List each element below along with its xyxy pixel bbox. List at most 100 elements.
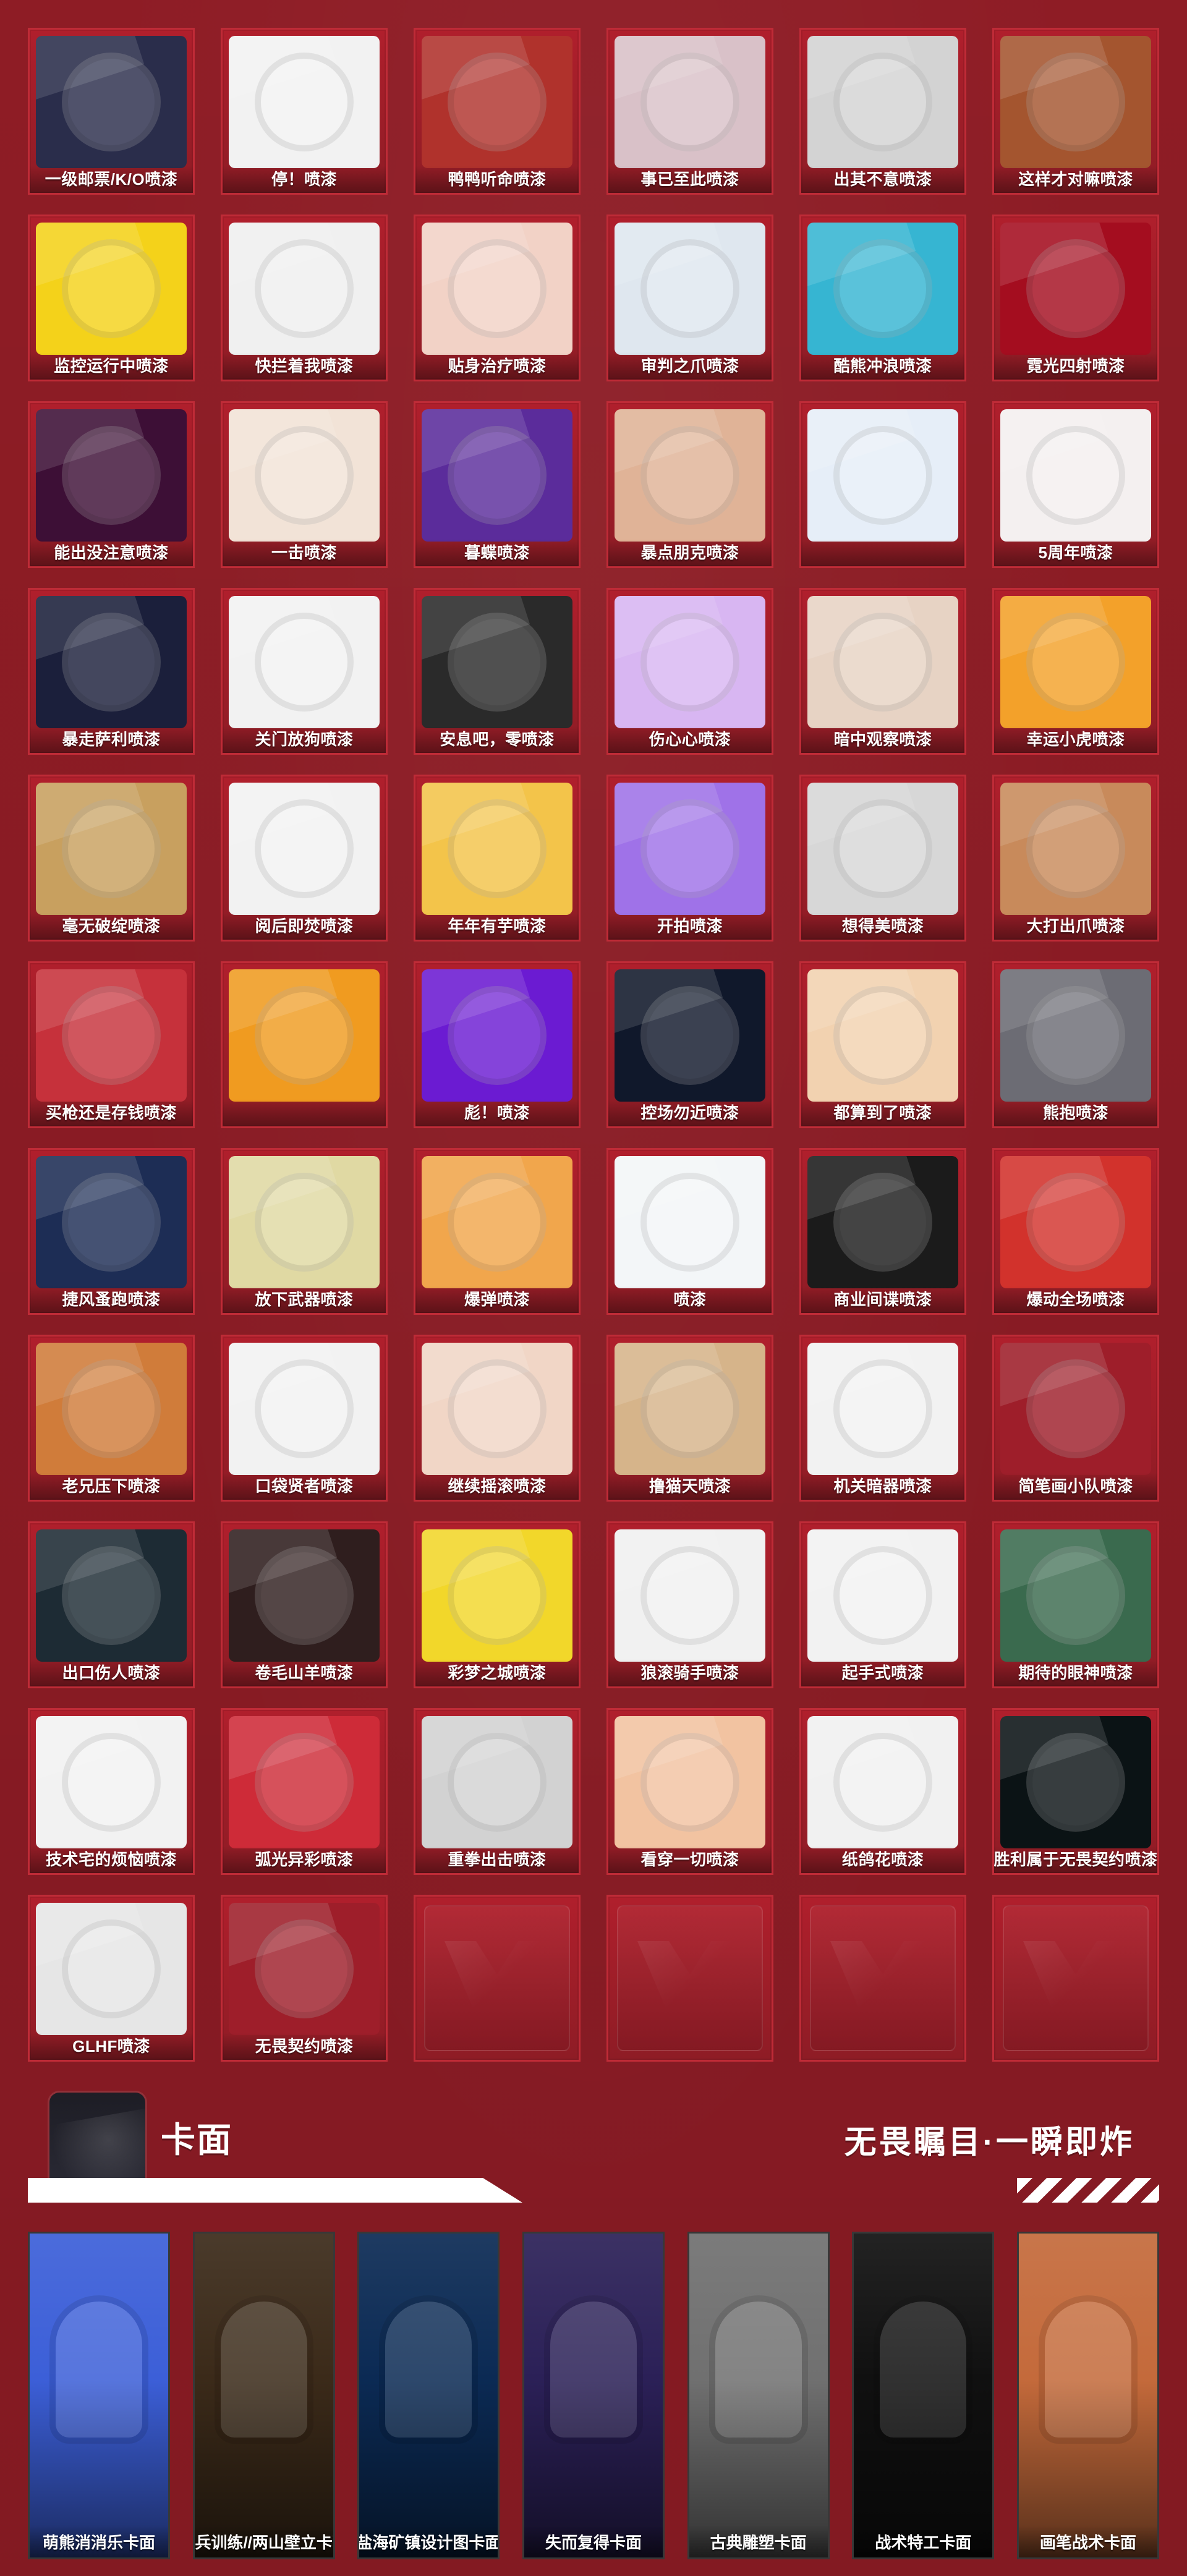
card-item[interactable]: 新兵训练//两山壁立卡面 [192,2232,335,2559]
spray-tile[interactable] [221,961,388,1128]
spray-tile[interactable]: 酷熊冲浪喷漆 [799,215,966,381]
spray-tile[interactable]: 暗中观察喷漆 [799,588,966,755]
spray-tile[interactable]: 胜利属于无畏契约喷漆 [992,1708,1159,1875]
spray-tile[interactable]: 暮蝶喷漆 [414,401,581,568]
spray-tile[interactable]: 毫无破绽喷漆 [28,775,195,942]
spray-tile[interactable]: 无畏契约喷漆 [221,1895,388,2062]
card-item[interactable]: 战术特工卡面 [852,2232,995,2559]
card-item[interactable]: 画笔战术卡面 [1016,2232,1159,2559]
spray-tile[interactable]: 老兄压下喷漆 [28,1335,195,1502]
spray-tile[interactable]: 控场勿近喷漆 [606,961,773,1128]
spray-art [36,596,187,728]
spray-tile[interactable]: 审判之爪喷漆 [606,215,773,381]
spray-tile[interactable]: 继续摇滚喷漆 [414,1335,581,1502]
spray-tile[interactable]: 爆弹喷漆 [414,1148,581,1315]
spray-tile[interactable]: 彪！喷漆 [414,961,581,1128]
spray-tile[interactable]: 大打出爪喷漆 [992,775,1159,942]
spray-art [229,1156,380,1288]
spray-tile[interactable]: 一击喷漆 [221,401,388,568]
spray-art-shape [255,986,354,1085]
spray-tile[interactable]: 开拍喷漆 [606,775,773,942]
spray-art [36,1156,187,1288]
spray-art [1000,1529,1151,1662]
spray-tile[interactable]: 买枪还是存钱喷漆 [28,961,195,1128]
spray-art [229,409,380,542]
spray-art-shape [62,986,161,1085]
spray-tile[interactable]: 起手式喷漆 [799,1521,966,1688]
spray-tile[interactable]: 霓光四射喷漆 [992,215,1159,381]
spray-tile[interactable]: 放下武器喷漆 [221,1148,388,1315]
spray-art-shape [255,799,354,898]
spray-label: 出口伤人喷漆 [30,1659,193,1686]
spray-art-shape [1026,986,1125,1085]
spray-tile[interactable]: 期待的眼神喷漆 [992,1521,1159,1688]
spray-art [36,223,187,355]
spray-tile[interactable]: 这样才对嘛喷漆 [992,28,1159,195]
spray-tile[interactable]: 安息吧，零喷漆 [414,588,581,755]
spray-tile[interactable]: 都算到了喷漆 [799,961,966,1128]
card-item[interactable]: 古典雕塑卡面 [687,2232,830,2559]
spray-label: 口袋贤者喷漆 [223,1473,386,1500]
spray-tile[interactable]: 一级邮票/K/O喷漆 [28,28,195,195]
spray-tile[interactable]: 停！喷漆 [221,28,388,195]
spray-label: 出其不意喷漆 [801,166,964,193]
spray-art-shape [255,1733,354,1832]
spray-tile[interactable]: 年年有芋喷漆 [414,775,581,942]
spray-tile[interactable]: 弧光异彩喷漆 [221,1708,388,1875]
spray-tile[interactable]: 能出没注意喷漆 [28,401,195,568]
spray-tile[interactable]: 暴走萨利喷漆 [28,588,195,755]
spray-label: 伤心心喷漆 [608,726,772,753]
spray-tile[interactable]: 彩梦之城喷漆 [414,1521,581,1688]
spray-tile[interactable] [799,401,966,568]
spray-tile[interactable]: GLHF喷漆 [28,1895,195,2062]
spray-tile[interactable]: 看穿一切喷漆 [606,1708,773,1875]
spray-tile[interactable]: 监控运行中喷漆 [28,215,195,381]
spray-tile[interactable]: 关门放狗喷漆 [221,588,388,755]
spray-art-shape [833,986,932,1085]
spray-tile[interactable]: 熊抱喷漆 [992,961,1159,1128]
spray-tile[interactable]: 阅后即焚喷漆 [221,775,388,942]
spray-tile[interactable]: 5周年喷漆 [992,401,1159,568]
spray-art-shape [448,613,547,712]
spray-art-shape [1026,1359,1125,1458]
card-item[interactable]: 失而复得卡面 [522,2232,665,2559]
spray-art-shape [448,1173,547,1272]
spray-tile[interactable]: 出口伤人喷漆 [28,1521,195,1688]
spray-art [1000,1716,1151,1848]
spray-tile[interactable]: 爆动全场喷漆 [992,1148,1159,1315]
spray-art [807,969,958,1102]
spray-tile[interactable]: 卷毛山羊喷漆 [221,1521,388,1688]
spray-art [36,409,187,542]
spray-art-shape [1026,1733,1125,1832]
spray-tile[interactable]: 狼滚骑手喷漆 [606,1521,773,1688]
spray-tile[interactable]: 撸猫天喷漆 [606,1335,773,1502]
spray-tile[interactable]: 简笔画小队喷漆 [992,1335,1159,1502]
spray-grid: 一级邮票/K/O喷漆 停！喷漆 鸭鸭听命喷漆 事已至此喷漆 出其不意喷漆 这样才对嘛喷漆监… [28,28,1159,2062]
spray-tile[interactable]: 喷漆 [606,1148,773,1315]
card-item[interactable]: 盐海矿镇设计图卡面 [357,2232,500,2559]
spray-tile[interactable]: 出其不意喷漆 [799,28,966,195]
spray-art [229,969,380,1102]
spray-tile[interactable]: 伤心心喷漆 [606,588,773,755]
spray-tile[interactable]: 机关暗器喷漆 [799,1335,966,1502]
spray-tile[interactable]: 幸运小虎喷漆 [992,588,1159,755]
spray-art-shape [62,613,161,712]
card-item[interactable]: 萌熊消消乐卡面 [28,2232,170,2559]
spray-tile[interactable]: 想得美喷漆 [799,775,966,942]
spray-tile[interactable]: 口袋贤者喷漆 [221,1335,388,1502]
spray-tile[interactable]: 重拳出击喷漆 [414,1708,581,1875]
spray-art [1000,409,1151,542]
spray-tile[interactable]: 纸鸽花喷漆 [799,1708,966,1875]
spray-art [229,596,380,728]
spray-tile[interactable]: 事已至此喷漆 [606,28,773,195]
spray-tile[interactable]: 暴点朋克喷漆 [606,401,773,568]
spray-tile[interactable]: 鸭鸭听命喷漆 [414,28,581,195]
card-label: 画笔战术卡面 [1018,2525,1157,2557]
spray-tile[interactable]: 商业间谍喷漆 [799,1148,966,1315]
spray-tile[interactable]: 贴身治疗喷漆 [414,215,581,381]
spray-label: 起手式喷漆 [801,1659,964,1686]
spray-label: 贴身治疗喷漆 [415,352,579,380]
spray-tile[interactable]: 快拦着我喷漆 [221,215,388,381]
spray-tile[interactable]: 捷风蚤跑喷漆 [28,1148,195,1315]
spray-tile[interactable]: 技术宅的烦恼喷漆 [28,1708,195,1875]
